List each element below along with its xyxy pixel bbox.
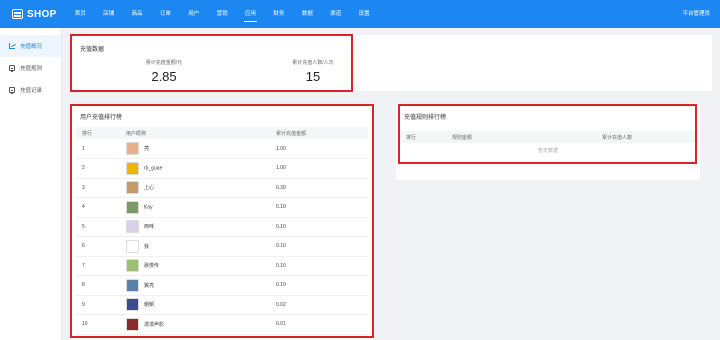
- sidebar-item-recharge-records[interactable]: 充值记录: [0, 79, 61, 101]
- nav-item[interactable]: 应用: [236, 0, 264, 28]
- nav-item[interactable]: 订单: [151, 0, 179, 28]
- nav-item[interactable]: 营销: [208, 0, 236, 28]
- logo[interactable]: SHOP: [12, 7, 57, 21]
- nav-item[interactable]: 商品: [123, 0, 151, 28]
- logo-text: SHOP: [27, 8, 57, 20]
- store-icon: [12, 9, 23, 19]
- document-icon: [9, 65, 15, 72]
- sidebar-item-recharge-rules[interactable]: 充值规则: [0, 57, 61, 79]
- chart-icon: [9, 43, 15, 49]
- sidebar: 充值概况 充值规则 充值记录: [0, 28, 62, 340]
- sidebar-item-label: 充值规则: [20, 66, 43, 72]
- sidebar-item-label: 充值概况: [20, 44, 43, 50]
- sidebar-item-label: 充值记录: [20, 88, 43, 94]
- sidebar-item-recharge-overview[interactable]: 充值概况: [0, 35, 61, 57]
- highlight-box: [70, 104, 374, 338]
- top-navigation-bar: SHOP 首页 店铺 商品 订单 用户 营销 应用 财务 数据 渠道 设置 平台管理员: [0, 0, 720, 28]
- nav-item[interactable]: 用户: [180, 0, 208, 28]
- nav-item[interactable]: 财务: [265, 0, 293, 28]
- nav-item[interactable]: 渠道: [322, 0, 350, 28]
- document-icon: [9, 87, 15, 94]
- admin-account-link[interactable]: 平台管理员: [682, 0, 710, 28]
- nav-item[interactable]: 数据: [293, 0, 321, 28]
- highlight-box: [70, 34, 353, 92]
- nav-item[interactable]: 店铺: [94, 0, 122, 28]
- nav-item[interactable]: 设置: [350, 0, 378, 28]
- main-nav: 首页 店铺 商品 订单 用户 营销 应用 财务 数据 渠道 设置: [66, 0, 378, 28]
- highlight-box: [398, 104, 697, 164]
- nav-item[interactable]: 首页: [66, 0, 94, 28]
